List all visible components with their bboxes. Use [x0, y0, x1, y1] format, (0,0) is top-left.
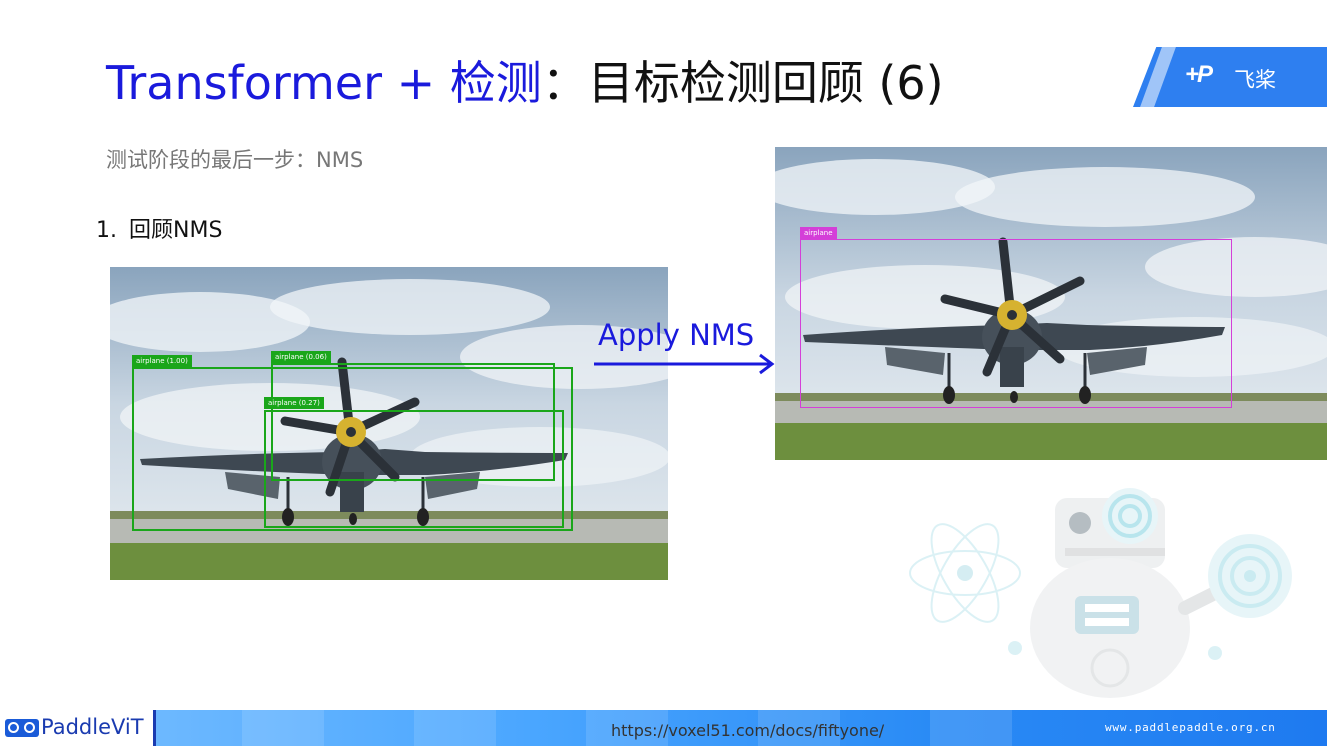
footer-tile — [930, 710, 1012, 746]
bullet-item: 1. 回顾NMS — [96, 212, 222, 244]
website-url[interactable]: www.paddlepaddle.org.cn — [1105, 721, 1276, 734]
photo-before-nms: airplane (1.00) airplane (0.06) airplane… — [110, 267, 668, 580]
detection-label-3: airplane (0.27) — [264, 397, 324, 409]
bullet-number: 1. — [96, 218, 117, 243]
bullet-text: 回顾NMS — [129, 218, 223, 243]
footer-tile — [414, 710, 496, 746]
detection-label-final: airplane — [800, 227, 837, 239]
photo-after-nms: airplane — [775, 147, 1327, 460]
source-url[interactable]: https://voxel51.com/docs/fiftyone/ — [611, 721, 884, 740]
apply-nms-label: Apply NMS — [598, 318, 755, 352]
slide-title: Transformer + 检测：目标检测回顾 (6) — [106, 52, 944, 114]
paddlevit-brand: PaddleViT — [41, 715, 144, 739]
slide-subtitle: 测试阶段的最后一步：NMS — [106, 148, 364, 172]
footer-tile — [242, 710, 324, 746]
right-arrow-icon — [594, 353, 775, 375]
logo-name: 飞桨 — [1234, 68, 1276, 92]
detection-box-final — [800, 239, 1232, 408]
detection-label-2: airplane (0.06) — [271, 351, 331, 363]
paddlepaddle-logo: +P 飞桨 — [1133, 47, 1327, 107]
slide-title-highlight: Transformer + 检测 — [106, 56, 542, 110]
robot-illustration-icon — [909, 488, 1292, 698]
paddlevit-divider — [153, 710, 156, 746]
slide-title-rest: ：目标检测回顾 (6) — [541, 56, 944, 110]
logo-mark-icon: +P — [1185, 61, 1213, 88]
detection-box-3 — [264, 410, 564, 528]
detection-label-1: airplane (1.00) — [132, 355, 192, 367]
logo-stripe — [1140, 47, 1176, 107]
paddlevit-logo: PaddleViT — [0, 710, 156, 746]
paddlevit-glyph-icon — [5, 719, 39, 737]
